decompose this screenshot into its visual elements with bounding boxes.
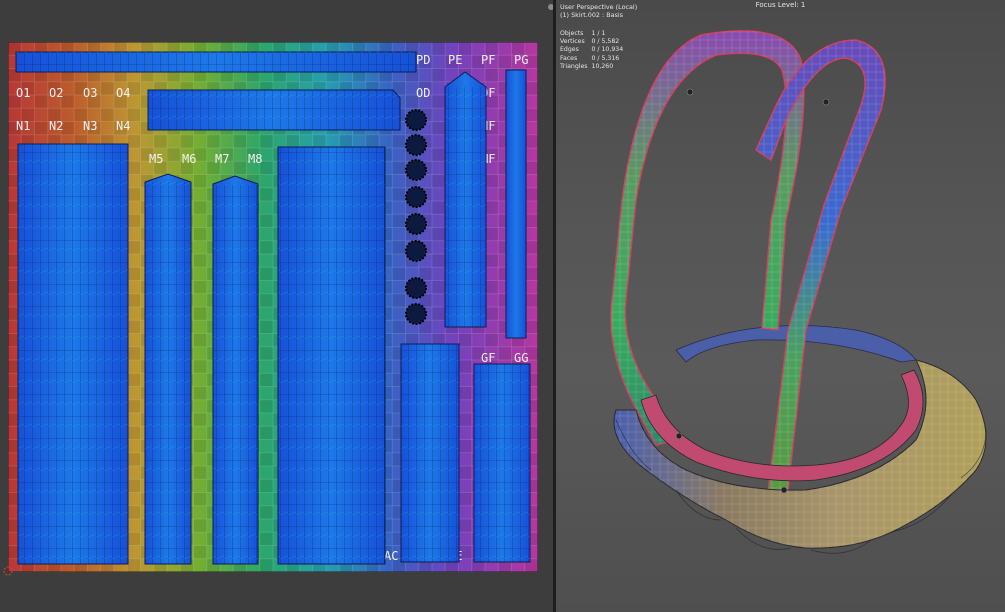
uv-island-circles xyxy=(405,109,427,325)
label-pf: PF xyxy=(481,53,495,67)
skirt-model[interactable] xyxy=(556,0,1005,612)
label-o1: O1 xyxy=(16,86,30,100)
label-m6: M6 xyxy=(182,152,196,166)
label-n1: N1 xyxy=(16,119,30,133)
label-pd: PD xyxy=(416,53,430,67)
label-n3: N3 xyxy=(83,119,97,133)
label-m5: M5 xyxy=(149,152,163,166)
label-pe: PE xyxy=(448,53,462,67)
label-o2: O2 xyxy=(49,86,63,100)
label-gg: GG xyxy=(514,351,528,365)
3d-viewport[interactable]: Focus Level: 1 User Perspective (Local) … xyxy=(556,0,1005,612)
label-n4: N4 xyxy=(116,119,130,133)
uv-island-column-pg xyxy=(505,69,527,339)
label-o4: O4 xyxy=(116,86,130,100)
label-pg: PG xyxy=(514,53,528,67)
uv-editor[interactable]: PD PE PF PG O1 O2 O3 O4 OD OF N1 N2 N3 N… xyxy=(0,0,553,612)
label-m7: M7 xyxy=(215,152,229,166)
label-o3: O3 xyxy=(83,86,97,100)
label-gf: GF xyxy=(481,351,495,365)
uv-checker-texture[interactable]: PD PE PF PG O1 O2 O3 O4 OD OF N1 N2 N3 N… xyxy=(8,42,538,572)
2d-cursor-icon[interactable] xyxy=(3,566,13,576)
label-m8: M8 xyxy=(248,152,262,166)
label-od: OD xyxy=(416,86,430,100)
label-ac: AC xyxy=(384,549,398,563)
label-n2: N2 xyxy=(49,119,63,133)
